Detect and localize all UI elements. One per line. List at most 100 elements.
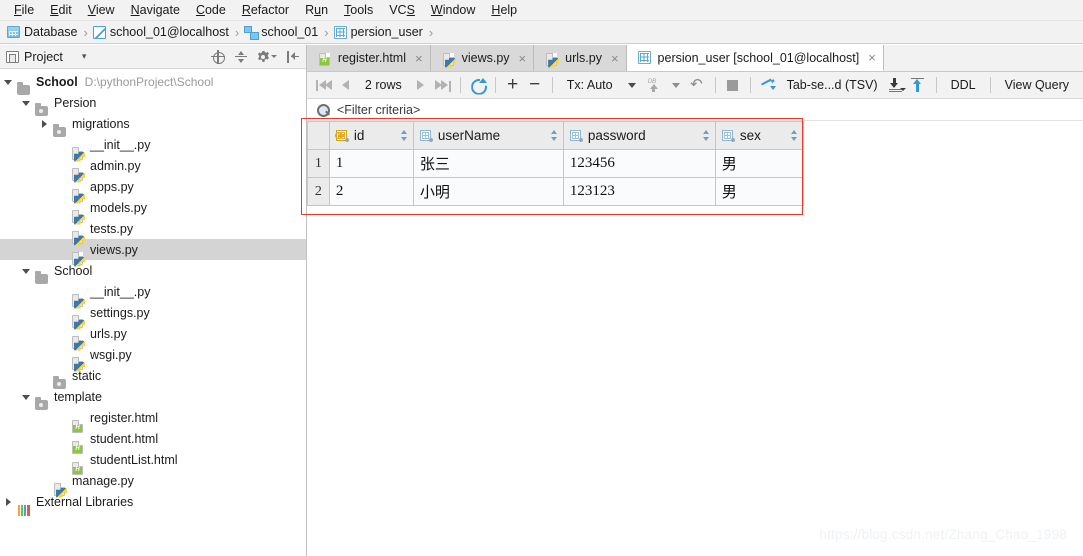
- tree-item-wsgi-py[interactable]: wsgi.py: [0, 344, 306, 370]
- breadcrumb-item-persion-user[interactable]: persion_user: [333, 25, 425, 39]
- sort-toggle-icon[interactable]: [400, 130, 408, 141]
- column-header-username[interactable]: userName: [413, 121, 564, 150]
- cell-password[interactable]: 123456: [563, 149, 716, 178]
- menu-item-tools[interactable]: Tools: [336, 2, 381, 19]
- tree-item--init-py[interactable]: __init__.py: [0, 281, 306, 307]
- close-icon[interactable]: ×: [415, 52, 423, 65]
- locate-icon[interactable]: [210, 49, 225, 64]
- tree-item-student-html[interactable]: student.html: [0, 428, 306, 454]
- tree-item-views-py[interactable]: views.py: [0, 239, 306, 265]
- chevron-right-icon[interactable]: [36, 120, 52, 128]
- editor-tab-views-py[interactable]: views.py ×: [430, 45, 535, 71]
- tree-item-external-libraries[interactable]: External Libraries: [0, 491, 306, 516]
- tree-item-label: settings.py: [90, 305, 150, 320]
- tree-item-studentlist-html[interactable]: studentList.html: [0, 449, 306, 475]
- modify-icon[interactable]: ✦: [757, 74, 779, 96]
- tree-item--init-py[interactable]: __init__.py: [0, 134, 306, 160]
- delete-row-button[interactable]: −: [524, 74, 546, 96]
- output-format-label[interactable]: Tab-se...d (TSV): [779, 78, 886, 92]
- menu-item-file[interactable]: File: [6, 2, 42, 19]
- revert-icon[interactable]: ↶: [687, 74, 709, 96]
- cell-id[interactable]: 1: [329, 149, 414, 178]
- table-row[interactable]: 1 1 张三 123456 男: [306, 149, 804, 178]
- menu-item-edit[interactable]: Edit: [42, 2, 80, 19]
- view-query-button[interactable]: View Query: [997, 78, 1077, 92]
- chevron-right-icon[interactable]: [0, 498, 16, 506]
- tree-item-models-py[interactable]: models.py: [0, 197, 306, 223]
- editor-tab-register-html[interactable]: register.html ×: [306, 45, 431, 71]
- close-icon[interactable]: ×: [519, 52, 527, 65]
- menu-item-refactor[interactable]: Refactor: [234, 2, 297, 19]
- filter-search-icon[interactable]: [316, 103, 330, 117]
- menu-item-vcs[interactable]: VCS: [381, 2, 423, 19]
- tree-item-persion[interactable]: Persion: [0, 92, 306, 116]
- first-page-icon[interactable]: [313, 74, 335, 96]
- export-data-icon[interactable]: [908, 74, 930, 96]
- tree-item-settings-py[interactable]: settings.py: [0, 302, 306, 328]
- prev-page-icon[interactable]: [335, 74, 357, 96]
- tree-item-register-html[interactable]: register.html: [0, 407, 306, 433]
- chevron-down-icon[interactable]: [18, 100, 34, 106]
- tree-item-tests-py[interactable]: tests.py: [0, 218, 306, 244]
- tree-item-school[interactable]: School: [0, 260, 306, 284]
- tree-item-static[interactable]: static: [0, 365, 306, 389]
- hide-panel-icon[interactable]: [286, 50, 300, 64]
- breadcrumb-item-school-01[interactable]: school_01: [244, 25, 320, 40]
- sort-toggle-icon[interactable]: [702, 130, 710, 141]
- project-panel-title-group[interactable]: Project ▾: [6, 50, 86, 64]
- cell-username[interactable]: 张三: [413, 149, 564, 178]
- chevron-down-icon[interactable]: [0, 79, 16, 85]
- cell-username[interactable]: 小明: [413, 177, 564, 206]
- submit-dropdown-icon[interactable]: [665, 74, 687, 96]
- tree-item-school[interactable]: School D:\pythonProject\School: [0, 71, 306, 95]
- db-submit-icon[interactable]: DB: [643, 74, 665, 96]
- cell-sex[interactable]: 男: [715, 149, 804, 178]
- row-number-cell[interactable]: 1: [306, 149, 330, 178]
- menu-item-window[interactable]: Window: [423, 2, 483, 19]
- menu-item-view[interactable]: View: [80, 2, 123, 19]
- chevron-down-icon[interactable]: [18, 394, 34, 400]
- menu-item-run[interactable]: Run: [297, 2, 336, 19]
- column-header-sex[interactable]: sex: [715, 121, 804, 150]
- chevron-down-icon[interactable]: [18, 268, 34, 274]
- column-header-password[interactable]: password: [563, 121, 716, 150]
- cell-password[interactable]: 123123: [563, 177, 716, 206]
- ddl-button[interactable]: DDL: [943, 78, 984, 92]
- cell-sex[interactable]: 男: [715, 177, 804, 206]
- add-row-button[interactable]: +: [502, 74, 524, 96]
- chevron-down-icon[interactable]: [621, 74, 643, 96]
- refresh-icon[interactable]: [467, 74, 489, 96]
- transaction-mode-label[interactable]: Tx: Auto: [559, 78, 621, 92]
- close-icon[interactable]: ×: [868, 51, 876, 64]
- close-icon[interactable]: ×: [611, 52, 619, 65]
- import-data-icon[interactable]: [886, 74, 908, 96]
- menu-item-navigate[interactable]: Navigate: [123, 2, 188, 19]
- tree-item-migrations[interactable]: migrations: [0, 113, 306, 137]
- row-number-cell[interactable]: 2: [306, 177, 330, 206]
- last-page-icon[interactable]: [432, 74, 454, 96]
- filter-bar[interactable]: <Filter criteria>: [306, 99, 1083, 121]
- menu-item-code[interactable]: Code: [188, 2, 234, 19]
- editor-tab-persion-user-school-01-localhost-[interactable]: persion_user [school_01@localhost] ×: [626, 45, 884, 71]
- filter-criteria-input[interactable]: <Filter criteria>: [337, 103, 420, 117]
- tree-item-urls-py[interactable]: urls.py: [0, 323, 306, 349]
- next-page-icon[interactable]: [410, 74, 432, 96]
- cell-id[interactable]: 2: [329, 177, 414, 206]
- tree-item-label: migrations: [72, 116, 130, 131]
- breadcrumb-item-school-01-localhost[interactable]: school_01@localhost: [92, 25, 231, 39]
- editor-tab-urls-py[interactable]: urls.py ×: [534, 45, 627, 71]
- tree-item-apps-py[interactable]: apps.py: [0, 176, 306, 202]
- tree-item-template[interactable]: template: [0, 386, 306, 410]
- settings-gear-icon[interactable]: [257, 50, 277, 63]
- sort-toggle-icon[interactable]: [790, 130, 798, 141]
- column-header-id[interactable]: id: [329, 121, 414, 150]
- sort-toggle-icon[interactable]: [550, 130, 558, 141]
- breadcrumb-item-database[interactable]: Database: [7, 25, 80, 39]
- tree-item-admin-py[interactable]: admin.py: [0, 155, 306, 181]
- menu-item-help[interactable]: Help: [483, 2, 525, 19]
- stop-icon[interactable]: [722, 74, 744, 96]
- chevron-down-icon[interactable]: ▾: [82, 51, 87, 62]
- table-row[interactable]: 2 2 小明 123123 男: [306, 177, 804, 206]
- tree-item-manage-py[interactable]: manage.py: [0, 470, 306, 496]
- collapse-all-icon[interactable]: [234, 50, 248, 64]
